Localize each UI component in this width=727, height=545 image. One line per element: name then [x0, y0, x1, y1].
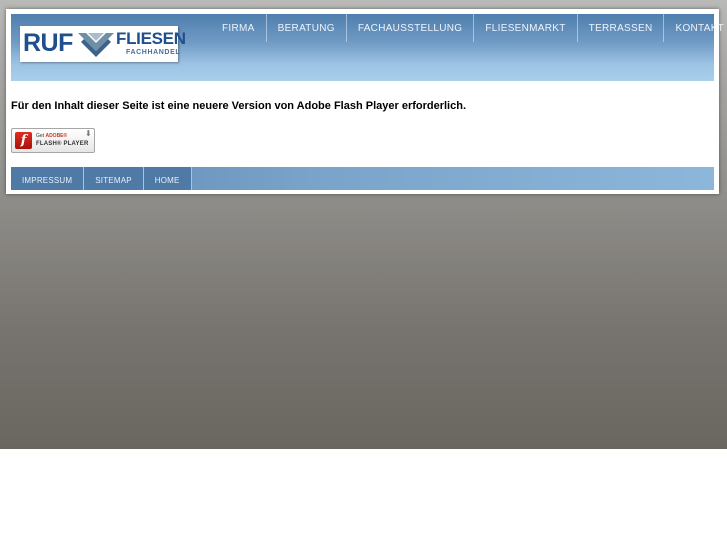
logo-text-fachhandel: FACHHANDEL — [126, 49, 181, 56]
nav-item-fliesenmarkt[interactable]: FLIESENMARKT — [474, 14, 578, 42]
logo-text-ruf: RUF — [23, 29, 73, 57]
get-flash-player-button[interactable]: f Get ADOBE® FLASH® PLAYER ⬇ — [11, 128, 95, 153]
nav-item-terrassen[interactable]: TERRASSEN — [578, 14, 665, 42]
site-header: RUF FLIESEN FACHHANDEL FIRMA BERATUNG FA… — [11, 14, 724, 81]
flash-badge-line2: FLASH® PLAYER — [36, 141, 89, 147]
footer-item-sitemap[interactable]: SITEMAP — [84, 167, 144, 190]
logo-text-fliesen: FLIESEN — [116, 29, 186, 48]
flash-badge-get: Get — [36, 133, 45, 139]
footer-navigation: IMPRESSUM SITEMAP HOME — [11, 167, 192, 190]
download-arrow-icon: ⬇ — [85, 129, 92, 138]
logo[interactable]: RUF FLIESEN FACHHANDEL — [20, 26, 186, 62]
footer-item-impressum[interactable]: IMPRESSUM — [11, 167, 85, 190]
site-frame: RUF FLIESEN FACHHANDEL FIRMA BERATUNG FA… — [6, 9, 724, 194]
nav-item-firma[interactable]: FIRMA — [211, 14, 267, 42]
flash-badge-line1: Get ADOBE® — [36, 133, 67, 139]
nav-item-beratung[interactable]: BERATUNG — [267, 14, 347, 42]
footer-item-home[interactable]: HOME — [143, 167, 192, 190]
nav-item-fachausstellung[interactable]: FACHAUSSTELLUNG — [347, 14, 475, 42]
footer-bar: IMPRESSUM SITEMAP HOME — [11, 167, 714, 190]
flash-badge-adobe: ADOBE® — [45, 133, 68, 139]
flash-player-icon: f — [15, 132, 32, 149]
logo-mark-icon — [78, 33, 114, 57]
flash-required-message: Für den Inhalt dieser Seite ist eine neu… — [11, 100, 467, 112]
nav-item-kontakt[interactable]: KONTAKT — [664, 14, 727, 42]
main-navigation: FIRMA BERATUNG FACHAUSSTELLUNG FLIESENMA… — [211, 14, 727, 42]
